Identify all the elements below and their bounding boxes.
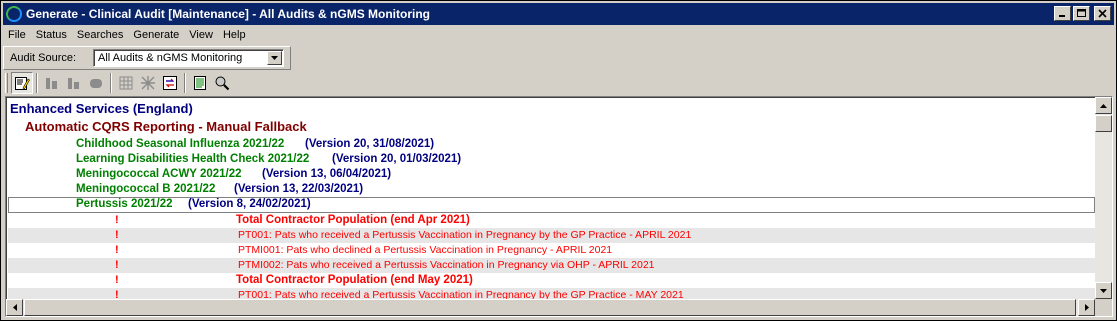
row-label: PT001: Pats who received a Pertussis Vac… <box>238 229 692 241</box>
tree-node-group[interactable]: Automatic CQRS Reporting - Manual Fallba… <box>8 118 1095 136</box>
row-label: PTMI002: Pats who received a Pertussis V… <box>238 259 655 271</box>
scroll-right-button[interactable] <box>1078 299 1095 316</box>
row-label: PTMI001: Pats who declined a Pertussis V… <box>238 244 613 256</box>
window-controls <box>1054 6 1111 21</box>
arrow-up-icon <box>1100 103 1107 108</box>
menu-generate[interactable]: Generate <box>128 29 184 41</box>
audit-source-select[interactable]: All Audits & nGMS Monitoring <box>93 49 284 67</box>
menu-searches[interactable]: Searches <box>72 29 128 41</box>
tree-node-audit-selected[interactable]: Pertussis 2021/22 (Version 8, 24/02/2021… <box>8 197 1095 213</box>
grid-icon <box>119 76 133 90</box>
toolbar-separator <box>110 73 112 93</box>
tree-node-audit[interactable]: Childhood Seasonal Influenza 2021/22 (Ve… <box>8 137 1095 152</box>
arrow-down-icon <box>1100 288 1107 293</box>
toolbar-grip[interactable] <box>5 73 8 93</box>
window-title: Generate - Clinical Audit [Maintenance] … <box>26 7 431 21</box>
arrow-right-icon <box>1084 304 1089 311</box>
close-button[interactable] <box>1094 6 1111 21</box>
list-button[interactable] <box>189 72 211 94</box>
edit-icon <box>15 77 30 90</box>
close-icon <box>1098 9 1107 18</box>
maximize-button[interactable] <box>1073 6 1090 21</box>
row-label: Total Contractor Population (end Apr 202… <box>236 214 470 226</box>
warning-flag-icon: ! <box>115 259 119 271</box>
audit-name: Learning Disabilities Health Check 2021/… <box>76 153 310 165</box>
tree-node-audit[interactable]: Meningococcal ACWY 2021/22 (Version 13, … <box>8 167 1095 182</box>
compare-button[interactable] <box>159 72 181 94</box>
audit-name: Meningococcal ACWY 2021/22 <box>76 168 242 180</box>
warning-flag-icon: ! <box>115 244 119 256</box>
grid-button[interactable] <box>115 72 137 94</box>
audit-source-label: Audit Source: <box>10 52 77 64</box>
maximize-icon <box>1077 9 1086 17</box>
vertical-scroll-thumb[interactable] <box>1095 115 1112 132</box>
row-label: PT001: Pats who received a Pertussis Vac… <box>238 289 684 299</box>
toolbar-separator <box>36 73 38 93</box>
menu-status[interactable]: Status <box>31 29 72 41</box>
dropdown-button[interactable] <box>267 51 282 65</box>
search-icon <box>215 76 230 91</box>
warning-flag-icon: ! <box>115 274 119 286</box>
audit-version: (Version 8, 24/02/2021) <box>188 198 311 210</box>
tree-node-audit[interactable]: Learning Disabilities Health Check 2021/… <box>8 152 1095 167</box>
audit-name: Meningococcal B 2021/22 <box>76 183 216 195</box>
scroll-left-button[interactable] <box>6 299 23 316</box>
report-bars-icon <box>46 78 57 89</box>
minimize-icon <box>1059 15 1065 17</box>
grid-alt-button[interactable] <box>137 72 159 94</box>
tree-row-population[interactable]: ! Total Contractor Population (end May 2… <box>8 273 1095 288</box>
service-label: Enhanced Services (England) <box>10 101 193 116</box>
horizontal-scrollbar[interactable] <box>6 299 1095 316</box>
horizontal-scroll-thumb[interactable] <box>24 299 1076 316</box>
report-button[interactable] <box>41 72 63 94</box>
title-bar[interactable]: Generate - Clinical Audit [Maintenance] … <box>3 3 1114 25</box>
warning-flag-icon: ! <box>115 289 119 299</box>
scroll-up-button[interactable] <box>1095 97 1112 114</box>
scrollbar-corner <box>1095 299 1112 316</box>
stop-button[interactable] <box>85 72 107 94</box>
group-label: Automatic CQRS Reporting - Manual Fallba… <box>25 119 307 134</box>
audit-version: (Version 20, 31/08/2021) <box>305 138 435 150</box>
audit-source-bar: Audit Source: All Audits & nGMS Monitori… <box>3 46 291 70</box>
tree-row-population[interactable]: ! Total Contractor Population (end Apr 2… <box>8 213 1095 228</box>
report-alt-button[interactable] <box>63 72 85 94</box>
tree-row-indicator[interactable]: ! PTMI002: Pats who received a Pertussis… <box>8 258 1095 273</box>
audit-source-value: All Audits & nGMS Monitoring <box>98 52 243 64</box>
stop-icon <box>90 79 102 88</box>
search-button[interactable] <box>211 72 233 94</box>
audit-version: (Version 13, 06/04/2021) <box>262 168 392 180</box>
app-logo-icon <box>6 6 22 22</box>
tree-row-indicator[interactable]: ! PT001: Pats who received a Pertussis V… <box>8 228 1095 243</box>
toolbar <box>3 71 233 95</box>
grid-alt-icon <box>141 76 155 90</box>
tree-node-audit[interactable]: Meningococcal B 2021/22 (Version 13, 22/… <box>8 182 1095 197</box>
warning-flag-icon: ! <box>115 214 119 226</box>
report-bars-alt-icon <box>68 78 79 89</box>
audit-name: Pertussis 2021/22 <box>76 198 173 210</box>
row-label: Total Contractor Population (end May 202… <box>236 274 473 286</box>
audit-tree-panel: Enhanced Services (England) Automatic CQ… <box>5 96 1113 317</box>
audit-version: (Version 20, 01/03/2021) <box>332 153 462 165</box>
scroll-down-button[interactable] <box>1095 282 1112 299</box>
edit-button[interactable] <box>11 72 33 94</box>
chevron-down-icon <box>271 56 278 60</box>
audit-name: Childhood Seasonal Influenza 2021/22 <box>76 138 285 150</box>
menu-view[interactable]: View <box>184 29 218 41</box>
minimize-button[interactable] <box>1054 6 1071 21</box>
vertical-scrollbar[interactable] <box>1095 97 1112 299</box>
audit-version: (Version 13, 22/03/2021) <box>234 183 364 195</box>
toolbar-separator <box>184 73 186 93</box>
compare-icon <box>163 76 177 90</box>
app-window: Generate - Clinical Audit [Maintenance] … <box>0 0 1117 321</box>
menu-file[interactable]: File <box>3 29 31 41</box>
tree-node-service[interactable]: Enhanced Services (England) <box>8 100 1095 118</box>
audit-tree[interactable]: Enhanced Services (England) Automatic CQ… <box>8 99 1095 299</box>
arrow-left-icon <box>12 304 17 311</box>
menu-bar: File Status Searches Generate View Help <box>3 26 251 44</box>
menu-help[interactable]: Help <box>218 29 251 41</box>
list-icon <box>194 76 206 90</box>
tree-row-indicator[interactable]: ! PT001: Pats who received a Pertussis V… <box>8 288 1095 299</box>
tree-row-indicator[interactable]: ! PTMI001: Pats who declined a Pertussis… <box>8 243 1095 258</box>
warning-flag-icon: ! <box>115 229 119 241</box>
